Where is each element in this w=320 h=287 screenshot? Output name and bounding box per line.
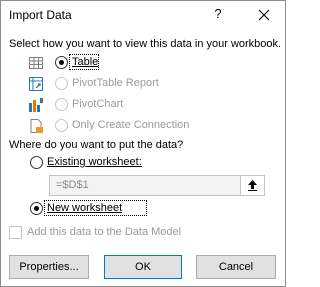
close-icon bbox=[258, 9, 270, 21]
close-button[interactable] bbox=[249, 3, 279, 27]
cancel-button[interactable]: Cancel bbox=[196, 255, 276, 279]
help-button[interactable]: ? bbox=[207, 6, 229, 24]
properties-button[interactable]: Properties... bbox=[9, 255, 89, 279]
import-data-dialog: Import Data ? Select how you want to vie… bbox=[0, 0, 286, 287]
ok-button[interactable]: OK bbox=[104, 255, 182, 279]
connection-option-label[interactable]: Only Create Connection bbox=[72, 119, 189, 131]
connection-radio[interactable] bbox=[55, 119, 68, 132]
connection-icon bbox=[28, 118, 44, 134]
pivottable-icon bbox=[28, 76, 44, 92]
pivotchart-icon bbox=[28, 97, 44, 113]
title-bar: Import Data ? bbox=[1, 1, 285, 29]
view-section-heading: Select how you want to view this data in… bbox=[9, 38, 282, 50]
table-option-label[interactable]: Table bbox=[72, 56, 98, 68]
table-radio[interactable] bbox=[55, 56, 68, 69]
pivotchart-option-label[interactable]: PivotChart bbox=[72, 98, 123, 110]
data-model-label[interactable]: Add this data to the Data Model bbox=[27, 226, 181, 238]
pivottable-option-label[interactable]: PivotTable Report bbox=[72, 77, 159, 89]
pivottable-radio[interactable] bbox=[55, 77, 68, 90]
range-input-value: =$D$1 bbox=[56, 179, 89, 191]
table-icon bbox=[28, 55, 44, 71]
new-worksheet-label[interactable]: New worksheet bbox=[47, 202, 122, 214]
range-input[interactable]: =$D$1 bbox=[49, 175, 265, 196]
pivotchart-radio[interactable] bbox=[55, 98, 68, 111]
destination-section-heading: Where do you want to put the data? bbox=[9, 139, 184, 151]
existing-worksheet-label[interactable]: Existing worksheet: bbox=[47, 156, 142, 168]
arrow-up-icon bbox=[248, 180, 257, 191]
new-worksheet-radio[interactable] bbox=[30, 202, 43, 215]
data-model-checkbox[interactable] bbox=[9, 226, 22, 239]
dialog-title: Import Data bbox=[9, 8, 72, 22]
collapse-dialog-button[interactable] bbox=[240, 176, 264, 195]
existing-worksheet-radio[interactable] bbox=[30, 156, 43, 169]
